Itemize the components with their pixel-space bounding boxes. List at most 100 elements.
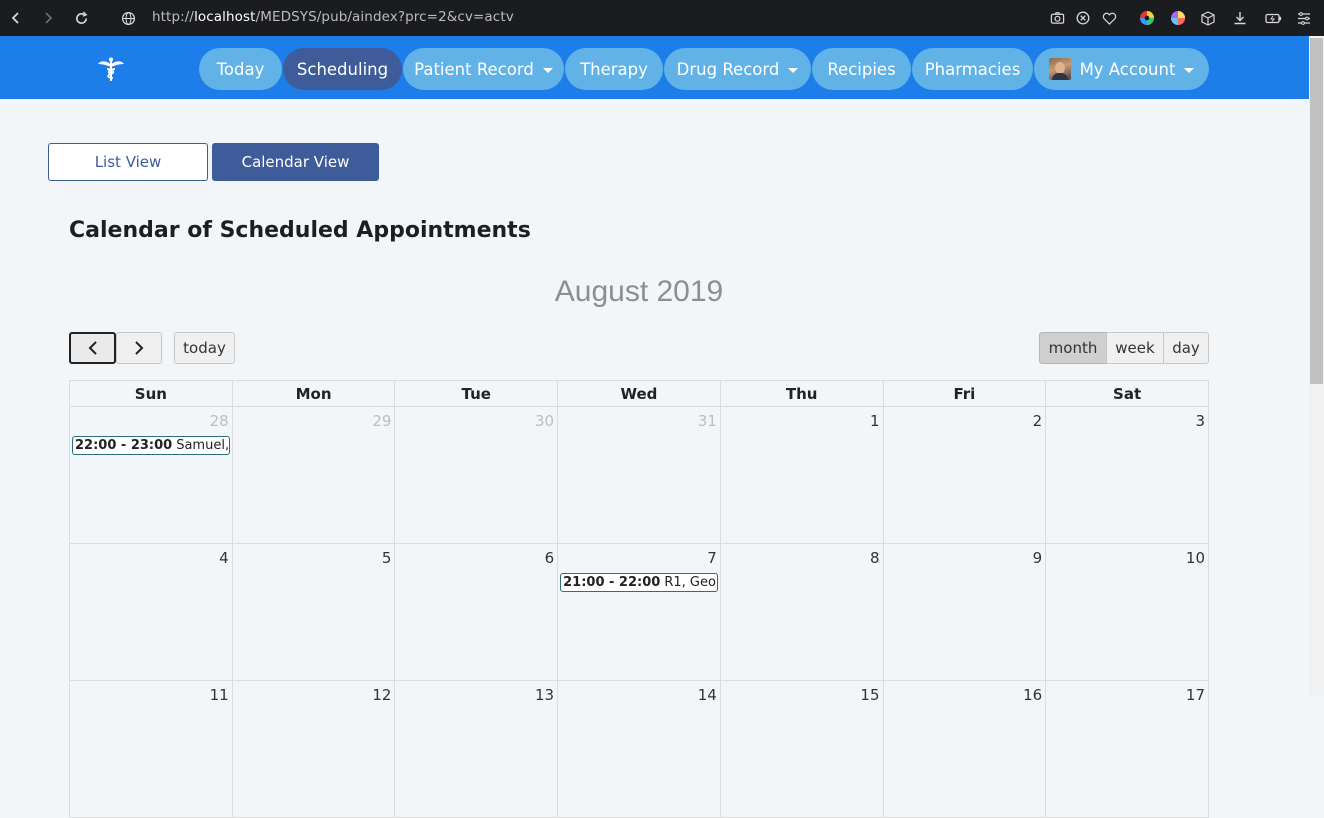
calendar-event[interactable]: 22:00 - 23:00Samuel, Sai [72, 436, 230, 455]
day-number[interactable]: 16 [1023, 686, 1042, 704]
menu-icon[interactable] [1294, 0, 1314, 36]
day-cell[interactable]: 4 [69, 543, 233, 681]
day-cell[interactable]: 29 [231, 406, 396, 544]
main-navbar: Today Scheduling Patient Record Therapy … [0, 36, 1309, 99]
day-number[interactable]: 15 [860, 686, 879, 704]
nav-my-account-label: My Account [1079, 59, 1176, 79]
nav-drug-record[interactable]: Drug Record [664, 48, 811, 90]
nav-scheduling-label: Scheduling [296, 59, 389, 79]
day-number[interactable]: 5 [382, 549, 392, 567]
week-view-button[interactable]: week [1106, 332, 1164, 364]
day-cell[interactable]: 2 [882, 406, 1047, 544]
cube-icon[interactable] [1198, 0, 1218, 36]
weekday-header: Tue [394, 380, 559, 407]
event-time: 21:00 - 22:00 [563, 575, 661, 590]
day-cell[interactable]: 11 [69, 680, 233, 818]
nav-recipies[interactable]: Recipies [812, 48, 911, 90]
nav-today[interactable]: Today [199, 48, 282, 90]
day-number[interactable]: 29 [372, 412, 391, 430]
weekday-header-row: Sun Mon Tue Wed Thu Fri Sat [69, 380, 1209, 407]
day-cell[interactable]: 10 [1045, 543, 1209, 681]
nav-my-account[interactable]: My Account [1034, 48, 1209, 90]
day-number[interactable]: 11 [210, 686, 229, 704]
url-host: localhost [194, 9, 256, 25]
forward-icon[interactable] [38, 0, 58, 36]
day-cell[interactable]: 14 [557, 680, 721, 818]
nav-scheduling[interactable]: Scheduling [283, 48, 402, 90]
day-cell[interactable]: 28 22:00 - 23:00Samuel, Sai [69, 406, 233, 544]
camera-icon[interactable] [1047, 0, 1067, 36]
url-path: /MEDSYS/pub/aindex?prc=2&cv=actv [255, 9, 514, 25]
day-cell[interactable]: 30 [394, 406, 559, 544]
nav-pharmacies[interactable]: Pharmacies [912, 48, 1033, 90]
week-row: 4 5 6 7 21:00 - 22:00R1, George 8 9 10 [69, 543, 1209, 681]
day-cell[interactable]: 17 [1045, 680, 1209, 818]
day-number[interactable]: 17 [1186, 686, 1205, 704]
week-row: 28 22:00 - 23:00Samuel, Sai 29 30 31 1 2 3 [69, 406, 1209, 544]
chevron-left-icon [88, 341, 97, 355]
day-cell[interactable]: 7 21:00 - 22:00R1, George [557, 543, 721, 681]
day-cell[interactable]: 6 [394, 543, 559, 681]
event-title: R1, George [664, 575, 716, 590]
day-cell[interactable]: 5 [231, 543, 396, 681]
day-number[interactable]: 6 [545, 549, 555, 567]
month-view-button[interactable]: month [1039, 332, 1107, 364]
day-number[interactable]: 30 [535, 412, 554, 430]
nav-today-label: Today [216, 59, 265, 79]
day-cell[interactable]: 13 [394, 680, 559, 818]
calendar-view-button[interactable]: Calendar View [212, 143, 379, 181]
site-info-icon[interactable] [118, 0, 138, 36]
block-icon[interactable] [1073, 0, 1093, 36]
prev-button[interactable] [69, 332, 116, 364]
day-number[interactable]: 4 [219, 549, 229, 567]
day-cell[interactable]: 9 [882, 543, 1047, 681]
today-label: today [183, 339, 226, 357]
day-number[interactable]: 3 [1195, 412, 1205, 430]
day-cell[interactable]: 8 [719, 543, 884, 681]
calendar-title: August 2019 [554, 275, 724, 308]
day-cell[interactable]: 1 [719, 406, 884, 544]
heart-icon[interactable] [1099, 0, 1119, 36]
day-cell[interactable]: 15 [719, 680, 884, 818]
day-number[interactable]: 9 [1033, 549, 1043, 567]
scrollbar-thumb[interactable] [1310, 38, 1323, 384]
weekday-header: Fri [882, 380, 1047, 407]
back-icon[interactable] [6, 0, 26, 36]
day-number[interactable]: 1 [870, 412, 880, 430]
day-cell[interactable]: 16 [882, 680, 1047, 818]
day-number[interactable]: 10 [1186, 549, 1205, 567]
color-wheel-icon[interactable] [1137, 0, 1157, 36]
nav-patient-record[interactable]: Patient Record [403, 48, 564, 90]
day-number[interactable]: 14 [698, 686, 717, 704]
weekday-header: Wed [557, 380, 721, 407]
day-cell[interactable]: 31 [557, 406, 721, 544]
calendar-grid: Sun Mon Tue Wed Thu Fri Sat 28 22:00 - 23… [69, 380, 1209, 818]
event-time: 22:00 - 23:00 [75, 438, 173, 453]
weekday-header: Sun [69, 380, 233, 407]
day-view-button[interactable]: day [1163, 332, 1209, 364]
download-icon[interactable] [1230, 0, 1250, 36]
day-number[interactable]: 7 [707, 549, 717, 567]
battery-icon[interactable] [1262, 0, 1284, 36]
next-button[interactable] [116, 332, 162, 364]
reload-icon[interactable] [71, 0, 91, 36]
day-cell[interactable]: 3 [1045, 406, 1209, 544]
day-number[interactable]: 2 [1033, 412, 1043, 430]
day-number[interactable]: 31 [698, 412, 717, 430]
nav-therapy[interactable]: Therapy [565, 48, 663, 90]
today-button[interactable]: today [174, 332, 235, 364]
address-bar[interactable]: http://localhost/MEDSYS/pub/aindex?prc=2… [152, 9, 514, 25]
calendar-event[interactable]: 21:00 - 22:00R1, George [560, 573, 718, 592]
palette-icon[interactable] [1168, 0, 1188, 36]
day-number[interactable]: 28 [210, 412, 229, 430]
nav-patient-record-label: Patient Record [414, 59, 534, 79]
list-view-label: List View [94, 153, 162, 171]
list-view-button[interactable]: List View [48, 143, 208, 181]
day-cell[interactable]: 12 [231, 680, 396, 818]
day-number[interactable]: 8 [870, 549, 880, 567]
day-number[interactable]: 12 [372, 686, 391, 704]
day-number[interactable]: 13 [535, 686, 554, 704]
caret-down-icon [542, 67, 553, 73]
caduceus-icon[interactable] [97, 56, 125, 82]
nav-therapy-label: Therapy [580, 59, 648, 79]
